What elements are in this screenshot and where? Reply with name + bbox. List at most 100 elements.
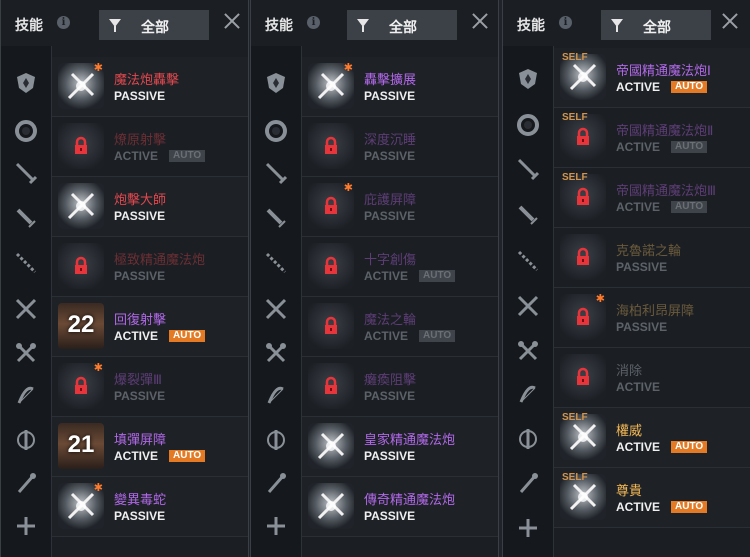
skill-type: ACTIVE <box>364 269 409 283</box>
self-badge: SELF <box>562 52 588 63</box>
skill-row[interactable]: 燎原射擊 ACTIVE AUTO <box>52 117 248 177</box>
spear-icon[interactable] <box>263 250 289 276</box>
skill-thumbnail <box>308 123 354 169</box>
spear-icon[interactable] <box>13 250 39 276</box>
skill-row[interactable]: 克魯諾之輪 PASSIVE <box>554 228 750 288</box>
dagger-icon[interactable] <box>515 202 541 228</box>
auto-badge[interactable]: AUTO <box>169 150 206 162</box>
crossed-axes-icon[interactable] <box>263 340 289 366</box>
claw-icon[interactable] <box>263 427 289 453</box>
wand-icon[interactable] <box>515 470 541 496</box>
dagger-icon[interactable] <box>13 205 39 231</box>
sword-icon[interactable] <box>263 160 289 186</box>
crossed-axes-icon[interactable] <box>13 340 39 366</box>
lock-icon <box>321 136 341 156</box>
spear-icon[interactable] <box>515 248 541 274</box>
auto-badge[interactable]: AUTO <box>671 141 708 153</box>
dagger-icon[interactable] <box>263 205 289 231</box>
claw-icon[interactable] <box>13 427 39 453</box>
skill-thumbnail <box>560 234 606 280</box>
crossbow-icon[interactable] <box>13 513 39 539</box>
lock-icon <box>321 256 341 276</box>
skill-row[interactable]: 傳奇精通魔法炮 PASSIVE <box>302 477 498 537</box>
close-icon[interactable] <box>223 12 241 30</box>
skill-panel: 技能 i 全部 ✱ 魔法炮轟擊 PASSIVE 燎原射擊 ACTIVE AUTO 炮擊大師 PASS… <box>0 0 249 557</box>
auto-badge[interactable]: AUTO <box>169 330 206 342</box>
skill-row[interactable]: SELF 權威 ACTIVE AUTO <box>554 408 750 468</box>
auto-badge[interactable]: AUTO <box>419 330 456 342</box>
close-icon[interactable] <box>471 12 489 30</box>
crossed-swords-icon[interactable] <box>13 296 39 322</box>
skill-icon <box>64 489 98 523</box>
shield-icon[interactable] <box>515 66 541 92</box>
info-icon[interactable]: i <box>559 16 572 29</box>
skill-row[interactable]: ✱ 庇護屏障 PASSIVE <box>302 177 498 237</box>
crossbow-icon[interactable] <box>515 515 541 541</box>
filter-dropdown[interactable]: 全部 <box>347 10 457 40</box>
auto-badge[interactable]: AUTO <box>419 270 456 282</box>
skill-row[interactable]: ✱ 變異毒蛇 PASSIVE <box>52 477 248 537</box>
claw-icon[interactable] <box>515 426 541 452</box>
filter-dropdown[interactable]: 全部 <box>601 10 711 40</box>
bow-icon[interactable] <box>13 383 39 409</box>
sword-icon[interactable] <box>13 160 39 186</box>
auto-badge[interactable]: AUTO <box>671 201 708 213</box>
close-icon[interactable] <box>721 12 739 30</box>
info-icon[interactable]: i <box>57 16 70 29</box>
auto-badge[interactable]: AUTO <box>671 81 708 93</box>
shield-icon[interactable] <box>13 70 39 96</box>
auto-badge[interactable]: AUTO <box>671 501 708 513</box>
shield-icon[interactable] <box>263 70 289 96</box>
filter-dropdown[interactable]: 全部 <box>99 10 209 40</box>
self-badge: SELF <box>562 172 588 183</box>
skill-row[interactable]: SELF 帝國精通魔法炮Ⅲ ACTIVE AUTO <box>554 168 750 228</box>
skill-row[interactable]: 22 回復射擊 ACTIVE AUTO <box>52 297 248 357</box>
weapon-sidebar <box>251 46 302 557</box>
crossbow-icon[interactable] <box>263 513 289 539</box>
skill-row[interactable]: 消除 ACTIVE <box>554 348 750 408</box>
crossed-swords-icon[interactable] <box>515 293 541 319</box>
sword-icon[interactable] <box>515 156 541 182</box>
skill-row[interactable]: ✱ 爆裂彈Ⅲ PASSIVE <box>52 357 248 417</box>
skill-row[interactable]: SELF 帝國精通魔法炮Ⅱ ACTIVE AUTO <box>554 108 750 168</box>
skill-type: PASSIVE <box>114 389 166 403</box>
auto-badge[interactable]: AUTO <box>671 441 708 453</box>
skill-row[interactable]: SELF 尊貴 ACTIVE AUTO <box>554 468 750 528</box>
wand-icon[interactable] <box>263 470 289 496</box>
lock-icon <box>71 376 91 396</box>
ring-icon[interactable] <box>13 118 39 144</box>
info-icon[interactable]: i <box>307 16 320 29</box>
skill-row[interactable]: 21 填彈屏障 ACTIVE AUTO <box>52 417 248 477</box>
panel-title: 技能 <box>265 17 293 33</box>
skill-row[interactable]: 魔法之輪 ACTIVE AUTO <box>302 297 498 357</box>
skill-type: ACTIVE <box>114 329 159 343</box>
skill-row[interactable]: ✱ 海柏利昂屏障 PASSIVE <box>554 288 750 348</box>
bow-icon[interactable] <box>263 383 289 409</box>
skill-name: 變異毒蛇 <box>114 492 167 507</box>
auto-badge[interactable]: AUTO <box>169 450 206 462</box>
skill-name: 魔法炮轟擊 <box>114 72 180 87</box>
skill-row[interactable]: ✱ 魔法炮轟擊 PASSIVE <box>52 57 248 117</box>
skill-name: 魔法之輪 <box>364 312 417 327</box>
weapon-sidebar <box>503 46 554 557</box>
filter-icon <box>357 19 369 32</box>
ring-icon[interactable] <box>515 112 541 138</box>
filter-icon <box>611 19 623 32</box>
cooldown-count: 22 <box>67 311 95 338</box>
skill-row[interactable]: 炮擊大師 PASSIVE <box>52 177 248 237</box>
skill-icon <box>314 69 348 103</box>
skill-row[interactable]: SELF 帝國精通魔法炮Ⅰ ACTIVE AUTO <box>554 48 750 108</box>
skill-row[interactable]: 癱瘓阻擊 PASSIVE <box>302 357 498 417</box>
crossed-axes-icon[interactable] <box>515 338 541 364</box>
skill-row[interactable]: ✱ 轟擊擴展 PASSIVE <box>302 57 498 117</box>
skill-row[interactable]: 極致精通魔法炮 PASSIVE <box>52 237 248 297</box>
skill-row[interactable]: 皇家精通魔法炮 PASSIVE <box>302 417 498 477</box>
panel-header: 技能 i 全部 <box>251 0 498 44</box>
skill-row[interactable]: 深度沉睡 PASSIVE <box>302 117 498 177</box>
ring-icon[interactable] <box>263 118 289 144</box>
bow-icon[interactable] <box>515 382 541 408</box>
crossed-swords-icon[interactable] <box>263 296 289 322</box>
skill-type: PASSIVE <box>364 89 416 103</box>
wand-icon[interactable] <box>13 470 39 496</box>
skill-row[interactable]: 十字創傷 ACTIVE AUTO <box>302 237 498 297</box>
